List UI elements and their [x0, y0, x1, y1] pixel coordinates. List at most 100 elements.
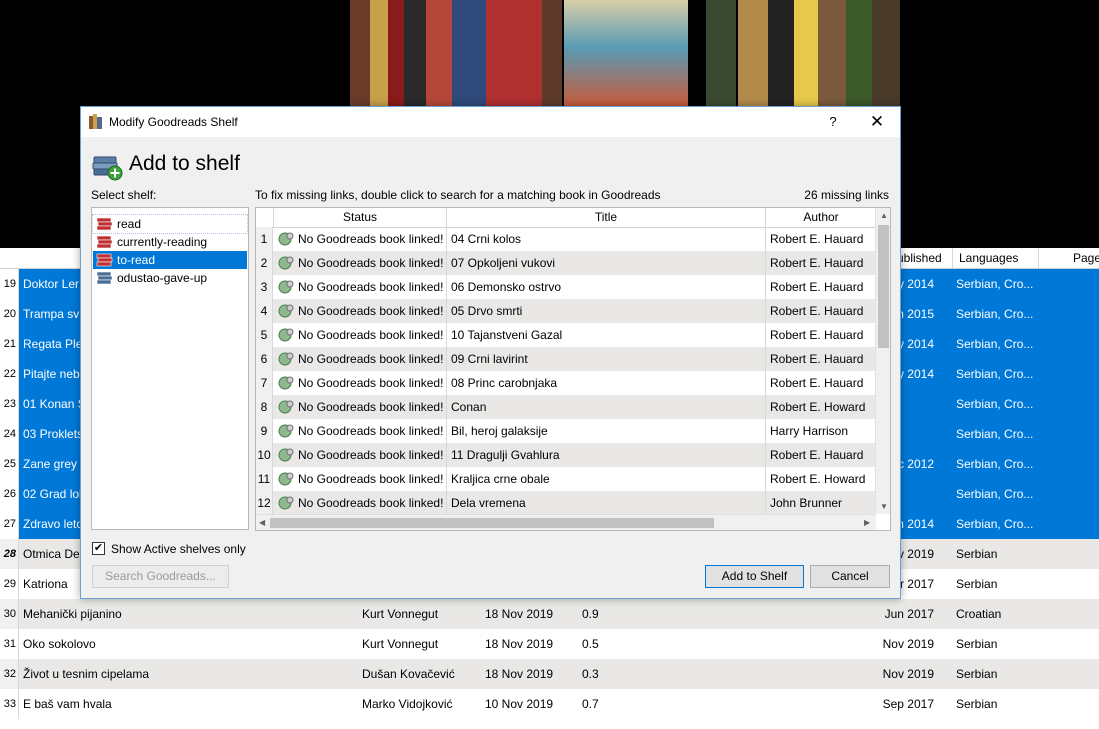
table-row[interactable]: 1 No Goodreads book linked! 04 Crni kolos R…	[256, 227, 876, 251]
add-to-shelf-button[interactable]: Add to Shelf	[705, 565, 804, 588]
book-languages: Serbian, Cro...	[956, 487, 1034, 501]
book-published: Nov 2019	[882, 667, 934, 681]
book-cover[interactable]	[370, 0, 388, 106]
title-cell: 05 Drvo smrti	[447, 299, 766, 323]
vertical-scroll-thumb[interactable]	[878, 225, 889, 348]
cancel-button[interactable]: Cancel	[810, 565, 890, 588]
dialog-title: Modify Goodreads Shelf	[109, 115, 238, 129]
book-title: 03 Proklets	[23, 427, 80, 441]
row-number: 27	[0, 509, 19, 539]
book-languages: Serbian, Cro...	[956, 517, 1034, 531]
scroll-right-icon[interactable]: ▶	[864, 518, 870, 528]
title-cell: 11 Dragulji Gvahlura	[447, 443, 766, 467]
book-cover[interactable]	[426, 0, 452, 106]
column-languages[interactable]: Languages	[952, 248, 1038, 268]
table-row[interactable]: 31 Oko sokolovo Kurt Vonnegut 18 Nov 2019 0.…	[0, 629, 1099, 659]
book-published: Nov 2019	[882, 637, 934, 651]
no-link-globe-icon	[278, 376, 294, 390]
book-languages: Serbian	[956, 697, 998, 711]
book-title: Otmica De	[23, 547, 80, 561]
book-title: 02 Grad lol	[23, 487, 80, 501]
shelf-item[interactable]: odustao-gave-up	[93, 269, 247, 287]
book-title: Zane grey	[23, 457, 78, 471]
book-cover[interactable]	[818, 0, 846, 106]
table-row[interactable]: 33 E baš vam hvala Marko Vidojković 10 Nov …	[0, 689, 1099, 719]
column-status[interactable]: Status	[274, 208, 447, 227]
scroll-left-icon[interactable]: ◀	[259, 518, 265, 528]
status-cell: No Goodreads book linked!	[274, 419, 447, 443]
book-title: 01 Konan S	[23, 397, 80, 411]
close-button[interactable]: ✕	[865, 107, 889, 137]
shelf-books-icon	[96, 271, 113, 285]
row-number: 24	[0, 419, 19, 449]
status-cell: No Goodreads book linked!	[274, 491, 447, 515]
book-cover[interactable]	[738, 0, 768, 106]
book-languages: Serbian	[956, 637, 998, 651]
table-row[interactable]: 9 No Goodreads book linked! Bil, heroj gal…	[256, 419, 876, 443]
table-row[interactable]: 5 No Goodreads book linked! 10 Tajanstveni…	[256, 323, 876, 347]
book-title: Oko sokolovo	[23, 637, 96, 651]
help-button[interactable]: ?	[823, 107, 843, 137]
book-languages: Serbian, Cro...	[956, 367, 1034, 381]
author-cell: Robert E. Howard	[770, 472, 866, 486]
column-pages[interactable]: Page	[1038, 248, 1099, 268]
title-cell: 09 Crni lavirint	[447, 347, 766, 371]
book-cover[interactable]	[404, 0, 426, 106]
column-title[interactable]: Title	[447, 208, 766, 227]
row-number: 29	[0, 569, 19, 599]
table-row[interactable]: 7 No Goodreads book linked! 08 Princ carob…	[256, 371, 876, 395]
book-cover[interactable]	[388, 0, 404, 106]
shelf-item[interactable]: read	[92, 214, 248, 234]
search-goodreads-button[interactable]: Search Goodreads...	[92, 565, 229, 588]
book-cover[interactable]	[846, 0, 872, 106]
scroll-down-icon[interactable]: ▼	[880, 502, 888, 512]
table-row[interactable]: 8 No Goodreads book linked! Conan Robert E.…	[256, 395, 876, 419]
modify-goodreads-shelf-dialog: Modify Goodreads Shelf ? ✕ Add to shelf …	[80, 106, 901, 599]
books-table[interactable]: Status Title Author 1 No Goodreads book l…	[255, 207, 891, 531]
book-cover[interactable]	[768, 0, 794, 106]
shelf-list[interactable]: read currently-reading to-read odustao-gave…	[91, 207, 249, 530]
table-row[interactable]: 32 Život u tesnim cipelama Dušan Kovačević…	[0, 659, 1099, 689]
table-row[interactable]: 10 No Goodreads book linked! 11 Dragulji G…	[256, 443, 876, 467]
column-author[interactable]: Author	[766, 208, 876, 227]
book-rating: 0.9	[582, 607, 599, 621]
row-number: 1	[256, 227, 273, 251]
no-link-globe-icon	[278, 424, 294, 438]
show-active-shelves-checkbox[interactable]: ✔	[92, 542, 105, 555]
row-number: 20	[0, 299, 19, 329]
table-row[interactable]: 30 Mehanički pijanino Kurt Vonnegut 18 Nov …	[0, 599, 1099, 629]
horizontal-scrollbar[interactable]: ◀ ▶	[256, 514, 876, 530]
show-active-shelves-label[interactable]: Show Active shelves only	[111, 542, 246, 556]
vertical-scrollbar[interactable]: ▲ ▼	[875, 208, 890, 514]
book-cover[interactable]	[706, 0, 736, 106]
book-cover[interactable]	[486, 0, 542, 106]
books-icon	[89, 114, 102, 129]
horizontal-scroll-thumb[interactable]	[270, 518, 714, 528]
no-link-globe-icon	[278, 400, 294, 414]
author-cell: Robert E. Howard	[770, 400, 866, 414]
book-cover[interactable]	[542, 0, 562, 106]
row-number: 10	[256, 443, 273, 467]
book-languages: Serbian	[956, 667, 998, 681]
table-row[interactable]: 12 No Goodreads book linked! Dela vremena J…	[256, 491, 876, 515]
dialog-titlebar[interactable]: Modify Goodreads Shelf ? ✕	[81, 107, 900, 137]
book-cover[interactable]	[872, 0, 900, 106]
shelf-item[interactable]: currently-reading	[93, 233, 247, 251]
shelf-item[interactable]: to-read	[93, 251, 247, 269]
row-number: 30	[0, 599, 19, 629]
add-book-icon	[92, 156, 123, 181]
row-number: 19	[0, 269, 19, 299]
book-title: Trampa sv	[23, 307, 80, 321]
book-cover[interactable]	[350, 0, 370, 106]
book-languages: Croatian	[956, 607, 1002, 621]
book-cover[interactable]	[794, 0, 818, 106]
table-row[interactable]: 6 No Goodreads book linked! 09 Crni laviri…	[256, 347, 876, 371]
book-cover[interactable]	[452, 0, 486, 106]
table-row[interactable]: 2 No Goodreads book linked! 07 Opkoljeni v…	[256, 251, 876, 275]
table-row[interactable]: 4 No Goodreads book linked! 05 Drvo smrti R…	[256, 299, 876, 323]
book-cover[interactable]	[564, 0, 688, 106]
table-row[interactable]: 11 No Goodreads book linked! Kraljica crne…	[256, 467, 876, 491]
scroll-up-icon[interactable]: ▲	[880, 211, 888, 221]
status-cell: No Goodreads book linked!	[274, 323, 447, 347]
table-row[interactable]: 3 No Goodreads book linked! 06 Demonsko os…	[256, 275, 876, 299]
